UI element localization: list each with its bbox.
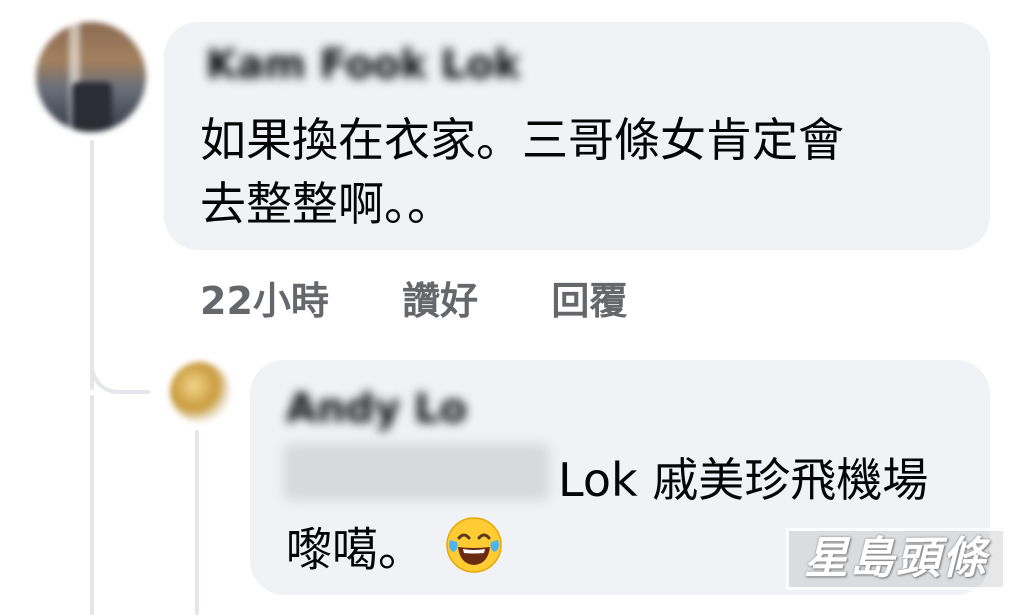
reply-mention-tag[interactable]: [284, 444, 549, 500]
commenter-avatar[interactable]: [36, 22, 146, 132]
comment-actions: 22小時 讚好 回覆: [200, 270, 687, 325]
comment-text-line-1: 如果換在衣家。三哥條女肯定會: [200, 113, 844, 167]
thread-connector-line-lower: [90, 395, 94, 615]
reply-text-line-2: 嚟噶。: [286, 516, 503, 590]
reply-author-name[interactable]: Andy Lo: [286, 386, 467, 432]
face-with-tears-of-joy-icon: [445, 516, 503, 590]
like-button[interactable]: 讚好: [402, 279, 478, 323]
reply-text-line-1: Lok 戚美珍飛機場: [558, 453, 929, 507]
reply-connector-line: [195, 430, 199, 615]
replier-avatar[interactable]: [170, 362, 230, 422]
reply-button[interactable]: 回覆: [551, 279, 627, 323]
reply-text-line-2-content: 嚟噶。: [286, 522, 424, 577]
comment-timestamp[interactable]: 22小時: [200, 279, 329, 323]
comment-author-name[interactable]: Kam Fook Lok: [206, 42, 520, 88]
comment-text-line-2: 去整整啊。。: [200, 177, 453, 231]
publisher-watermark-logo: 星島頭條: [786, 528, 1006, 590]
thread-connector-curve: [90, 330, 150, 394]
